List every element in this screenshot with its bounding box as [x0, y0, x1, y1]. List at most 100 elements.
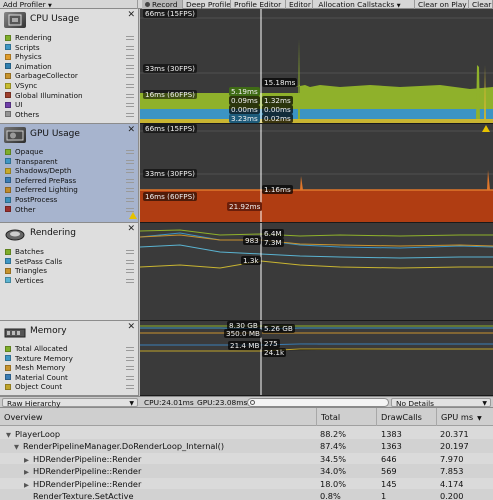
drag-handle-icon[interactable]: [126, 356, 134, 361]
drag-handle-icon[interactable]: [126, 159, 134, 164]
record-button[interactable]: Record: [142, 0, 183, 9]
cpu-usage-module[interactable]: CPU Usage ✕ Rendering Scripts Physics Anima…: [0, 9, 139, 124]
drag-handle-icon[interactable]: [126, 36, 134, 40]
drag-handle-icon[interactable]: [126, 188, 134, 193]
legend-item[interactable]: Opaque: [5, 147, 137, 157]
drag-handle-icon[interactable]: [126, 269, 134, 274]
drag-handle-icon[interactable]: [126, 169, 134, 174]
close-icon[interactable]: ✕: [127, 10, 135, 20]
legend-item[interactable]: Rendering: [5, 33, 137, 43]
legend-item[interactable]: VSync: [5, 81, 137, 91]
close-icon[interactable]: ✕: [127, 224, 135, 234]
legend-item[interactable]: GarbageCollector: [5, 71, 137, 81]
drag-handle-icon[interactable]: [126, 366, 134, 371]
drag-handle-icon[interactable]: [126, 64, 134, 69]
legend-item[interactable]: Vertices: [5, 276, 137, 286]
profile-editor-label: Profile Editor: [234, 0, 282, 9]
row-name-label: HDRenderPipeline::Render: [33, 478, 142, 489]
drag-handle-icon[interactable]: [126, 112, 134, 117]
clear-button[interactable]: Clear: [469, 0, 493, 9]
legend-item[interactable]: Others: [5, 110, 137, 120]
legend-item[interactable]: Scripts: [5, 43, 137, 53]
legend-item[interactable]: PostProcess: [5, 195, 137, 205]
allocation-callstacks-button[interactable]: Allocation Callstacks ▼: [313, 0, 415, 9]
profile-editor-button[interactable]: Profile Editor: [231, 0, 286, 9]
drag-handle-icon[interactable]: [126, 55, 134, 60]
close-icon[interactable]: ✕: [127, 125, 135, 135]
legend-item[interactable]: Object Count: [5, 382, 137, 392]
legend-item[interactable]: Deferred Lighting: [5, 185, 137, 195]
cpu-usage-graph[interactable]: 66ms (15FPS) 33ms (30FPS) 16ms (60FPS) 5…: [140, 9, 493, 124]
drag-handle-icon[interactable]: [126, 250, 134, 254]
legend-label: Shadows/Depth: [15, 166, 72, 176]
legend-item[interactable]: Shadows/Depth: [5, 166, 137, 176]
close-icon[interactable]: ✕: [127, 322, 135, 332]
column-gpu-ms[interactable]: GPU ms ▼: [436, 408, 493, 426]
drag-handle-icon[interactable]: [126, 207, 134, 212]
cpu-threshold-15fps: 66ms (15FPS): [143, 9, 197, 18]
search-input[interactable]: [247, 398, 389, 407]
legend-item[interactable]: Animation: [5, 62, 137, 72]
legend-label: Global Illumination: [15, 90, 83, 100]
legend-swatch: [5, 53, 11, 60]
deep-profile-label: Deep Profile: [186, 0, 231, 9]
cpu-total-value: 15.18ms: [262, 78, 298, 87]
legend-item[interactable]: Transparent: [5, 157, 137, 167]
editor-target-dropdown[interactable]: Editor: [286, 0, 313, 9]
column-overview[interactable]: Overview: [0, 408, 316, 426]
clear-on-play-button[interactable]: Clear on Play: [415, 0, 469, 9]
cpu-threshold-60fps: 16ms (60FPS): [143, 90, 197, 99]
legend-item[interactable]: SetPass Calls: [5, 257, 137, 267]
gpu-usage-graph[interactable]: 66ms (15FPS) 33ms (30FPS) 16ms (60FPS) 2…: [140, 124, 493, 223]
legend-swatch: [5, 383, 11, 390]
legend-label: GarbageCollector: [15, 71, 78, 81]
drag-handle-icon[interactable]: [126, 45, 134, 50]
add-profiler-dropdown[interactable]: Add Profiler ▼: [0, 0, 138, 9]
gpu-usage-module[interactable]: GPU Usage ✕ Opaque Transparent Shadows/Dep…: [0, 124, 139, 223]
hierarchy-table: Overview Total DrawCalls GPU ms ▼ ▼ Player…: [0, 408, 493, 500]
legend-label: Vertices: [15, 275, 44, 285]
legend-item[interactable]: Physics: [5, 52, 137, 62]
rendering-graph[interactable]: 6.4M 983 7.3M 1.3k: [140, 223, 493, 321]
column-drawcalls[interactable]: DrawCalls: [376, 408, 436, 426]
cpu-frame-time: CPU:24.01ms: [144, 398, 194, 407]
gpu-card-icon: [4, 127, 26, 143]
drag-handle-icon[interactable]: [126, 278, 134, 283]
details-mode-dropdown[interactable]: No Details ▼: [391, 398, 491, 408]
legend-item[interactable]: UI: [5, 100, 137, 110]
drag-handle-icon[interactable]: [126, 375, 134, 380]
legend-item[interactable]: Total Allocated: [5, 344, 137, 354]
drag-handle-icon[interactable]: [126, 93, 134, 98]
gpu-usage-title: GPU Usage: [30, 129, 80, 139]
drag-handle-icon[interactable]: [126, 259, 134, 264]
legend-item[interactable]: Other: [5, 205, 137, 215]
memory-module[interactable]: Memory ✕ Total Allocated Texture Memory Me…: [0, 321, 139, 396]
legend-swatch: [5, 34, 11, 41]
legend-item[interactable]: Triangles: [5, 266, 137, 276]
drag-handle-icon[interactable]: [126, 103, 134, 108]
legend-item[interactable]: Texture Memory: [5, 354, 137, 364]
deep-profile-button[interactable]: Deep Profile: [183, 0, 231, 9]
drag-handle-icon[interactable]: [126, 74, 134, 79]
column-total[interactable]: Total: [316, 408, 376, 426]
drag-handle-icon[interactable]: [126, 198, 134, 202]
details-toolbar: Raw Hierarchy ▼ CPU:24.01ms GPU:23.08ms N…: [0, 396, 493, 408]
drag-handle-icon[interactable]: [126, 347, 134, 351]
row-name-label: PlayerLoop: [15, 429, 61, 439]
drag-handle-icon[interactable]: [126, 150, 134, 154]
drag-handle-icon[interactable]: [126, 84, 134, 88]
legend-swatch: [5, 177, 11, 184]
legend-label: Physics: [15, 52, 42, 62]
view-mode-dropdown[interactable]: Raw Hierarchy ▼: [2, 398, 138, 408]
legend-item[interactable]: Material Count: [5, 373, 137, 383]
memory-graph[interactable]: 8.30 GB 5.26 GB 350.0 MB 21.4 MB 275 24.…: [140, 321, 493, 396]
table-row[interactable]: RenderTexture.SetActive 0.8% 1 0.200: [0, 489, 493, 500]
legend-item[interactable]: Batches: [5, 247, 137, 257]
legend-swatch: [5, 92, 11, 99]
legend-item[interactable]: Deferred PrePass: [5, 176, 137, 186]
legend-item[interactable]: Global Illumination: [5, 91, 137, 101]
drag-handle-icon[interactable]: [126, 385, 134, 390]
rendering-module[interactable]: Rendering ✕ Batches SetPass Calls Triangle…: [0, 223, 139, 321]
legend-item[interactable]: Mesh Memory: [5, 363, 137, 373]
drag-handle-icon[interactable]: [126, 178, 134, 183]
